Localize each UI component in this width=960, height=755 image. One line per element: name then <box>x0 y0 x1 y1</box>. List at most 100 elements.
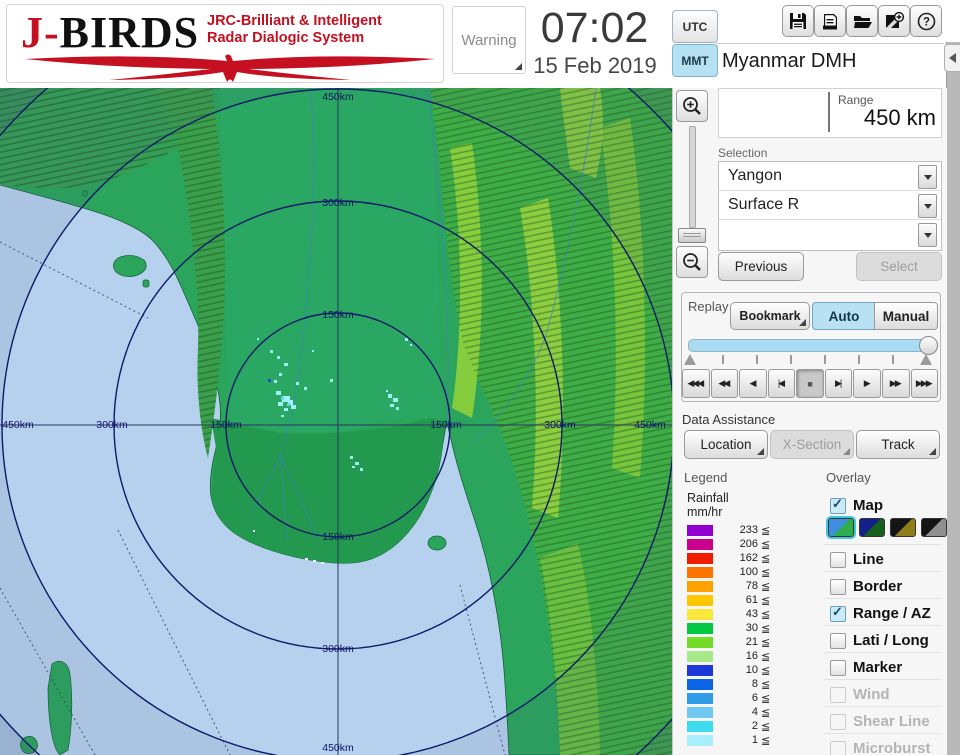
utc-button[interactable]: UTC <box>672 10 718 43</box>
clock-date: 15 Feb 2019 <box>520 53 670 79</box>
rewind-button[interactable]: ◀◀ <box>711 369 739 398</box>
divider <box>824 625 942 626</box>
location-button[interactable]: Location <box>684 430 768 459</box>
overlay-item-line[interactable]: Line <box>826 546 942 573</box>
panel-collapse-strip[interactable] <box>946 42 960 755</box>
selected-product: Surface R <box>728 196 799 214</box>
logo-subtitle: JRC-Brilliant & Intelligent Radar Dialog… <box>207 13 437 47</box>
print-button[interactable] <box>814 5 846 37</box>
capture-add-button[interactable] <box>878 5 910 37</box>
svg-text:300km: 300km <box>322 643 354 655</box>
map-checkbox[interactable] <box>830 498 846 514</box>
site-dropdown-button[interactable] <box>918 165 937 189</box>
selection-group: Yangon Surface R <box>718 161 942 251</box>
overlay-label: Overlay <box>826 470 871 485</box>
overlay-item-shear-line: Shear Line <box>826 708 942 735</box>
map-style-swatch-1[interactable] <box>828 518 854 537</box>
legend-value: 21 <box>700 636 758 648</box>
range-az-checkbox[interactable] <box>830 606 846 622</box>
lte-symbol: ≦ <box>761 594 770 607</box>
svg-text:?: ? <box>922 16 929 28</box>
play-button[interactable]: ▶ <box>853 369 881 398</box>
map-style-swatch-2[interactable] <box>859 518 885 537</box>
overlay-item-label: Shear Line <box>853 713 930 730</box>
open-folder-icon <box>852 11 873 31</box>
zoom-out-button[interactable] <box>676 246 708 278</box>
lte-symbol: ≦ <box>761 692 770 705</box>
collapse-left-icon <box>949 53 956 63</box>
auto-button[interactable]: Auto <box>812 302 876 330</box>
map-style-swatch-4[interactable] <box>921 518 947 537</box>
lte-symbol: ≦ <box>761 566 770 579</box>
overlay-item-marker[interactable]: Marker <box>826 654 942 681</box>
bookmark-button[interactable]: Bookmark <box>730 302 810 330</box>
help-button[interactable]: ? <box>910 5 942 37</box>
selection-row-product[interactable]: Surface R <box>719 191 941 220</box>
track-button[interactable]: Track <box>856 430 940 459</box>
overlay-item-range-az[interactable]: Range / AZ <box>826 600 942 627</box>
lte-symbol: ≦ <box>761 538 770 551</box>
overlay-item-wind: Wind <box>826 681 942 708</box>
overlay-item-label: Map <box>853 497 883 514</box>
legend-value: 100 <box>700 566 758 578</box>
marker-checkbox[interactable] <box>830 660 846 676</box>
chevron-down-icon <box>924 175 932 180</box>
forward-fast-button[interactable]: ▶▶▶ <box>911 369 939 398</box>
manual-button[interactable]: Manual <box>874 302 938 330</box>
zoom-in-button[interactable] <box>676 90 708 122</box>
border-checkbox[interactable] <box>830 579 846 595</box>
svg-text:450km: 450km <box>2 419 34 431</box>
map-style-swatch-3[interactable] <box>890 518 916 537</box>
jbirds-radar-app: J-BIRDS JRC-Brilliant & Intelligent Rada… <box>0 0 960 755</box>
overlay-item-map[interactable]: Map <box>826 492 942 519</box>
corner-triangle-icon <box>929 448 936 455</box>
save-button[interactable] <box>782 5 814 37</box>
selection-row-site[interactable]: Yangon <box>719 162 941 191</box>
panel-collapse-handle[interactable] <box>944 44 960 72</box>
overlay-item-lati-long[interactable]: Lati / Long <box>826 627 942 654</box>
legend-value: 30 <box>700 622 758 634</box>
lte-symbol: ≦ <box>761 636 770 649</box>
slider-tick <box>892 355 894 364</box>
print-icon <box>820 11 840 31</box>
map-style-row <box>828 518 952 537</box>
forward-button[interactable]: ▶▶ <box>882 369 910 398</box>
selection-row-extra[interactable] <box>719 220 941 248</box>
replay-slider-thumb[interactable] <box>919 336 938 355</box>
legend-value: 6 <box>700 692 758 704</box>
open-folder-button[interactable] <box>846 5 878 37</box>
slider-start-marker-icon <box>684 354 696 365</box>
step-forward-button[interactable]: ▶| <box>825 369 853 398</box>
bookmark-label: Bookmark <box>739 309 800 323</box>
previous-button[interactable]: Previous <box>718 252 804 281</box>
warning-button[interactable]: Warning <box>452 6 526 74</box>
slider-tick <box>722 355 724 364</box>
corner-triangle-icon <box>843 448 850 455</box>
line-checkbox[interactable] <box>830 552 846 568</box>
legend-value: 43 <box>700 608 758 620</box>
play-reverse-button[interactable]: ◀ <box>739 369 767 398</box>
zoom-slider-track[interactable] <box>689 126 696 228</box>
legend-value: 16 <box>700 650 758 662</box>
legend-value: 162 <box>700 552 758 564</box>
product-dropdown-button[interactable] <box>918 194 937 218</box>
slider-tick <box>790 355 792 364</box>
svg-text:450km: 450km <box>322 742 354 754</box>
svg-text:450km: 450km <box>634 419 666 431</box>
legend-value: 233 <box>700 524 758 536</box>
stop-button[interactable]: ■ <box>796 369 824 398</box>
replay-slider-track[interactable] <box>688 339 938 352</box>
lati-long-checkbox[interactable] <box>830 633 846 649</box>
mmt-button[interactable]: MMT <box>672 44 718 77</box>
overlay-item-label: Wind <box>853 686 890 703</box>
overlay-item-label: Microburst <box>853 740 931 755</box>
lte-symbol: ≦ <box>761 734 770 747</box>
radar-map[interactable]: 450km 300km 150km 150km 300km 450km 450k… <box>0 88 672 755</box>
overlay-item-border[interactable]: Border <box>826 573 942 600</box>
extra-dropdown-button[interactable] <box>918 223 937 247</box>
slider-tick <box>824 355 826 364</box>
zoom-slider-thumb[interactable] <box>678 228 706 243</box>
rewind-fast-button[interactable]: ◀◀◀ <box>682 369 710 398</box>
step-back-button[interactable]: |◀ <box>768 369 796 398</box>
lte-symbol: ≦ <box>761 706 770 719</box>
